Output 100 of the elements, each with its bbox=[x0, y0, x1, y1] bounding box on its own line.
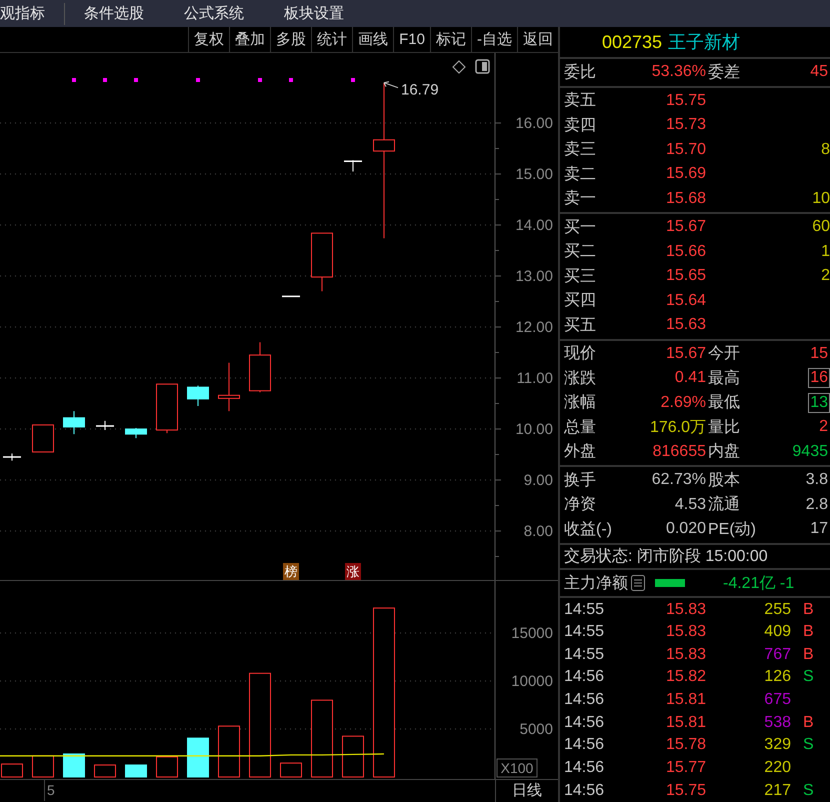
order-level-label: 卖三 bbox=[564, 140, 597, 160]
order-volume: 10 bbox=[812, 190, 830, 208]
quote-label: 委差 bbox=[708, 62, 741, 83]
trade-volume: 767 bbox=[764, 646, 791, 664]
order-price: 15.65 bbox=[664, 266, 707, 286]
quote-label: 最低 bbox=[708, 393, 741, 414]
trade-price: 15.81 bbox=[666, 691, 706, 710]
candlestick bbox=[249, 342, 271, 394]
list-icon[interactable] bbox=[631, 575, 645, 592]
trade-volume: 409 bbox=[764, 623, 791, 642]
pointer-arrow-icon bbox=[384, 82, 398, 89]
candlestick bbox=[311, 233, 333, 292]
trade-volume: 217 bbox=[764, 782, 791, 800]
price-axis-label: 14.00 bbox=[515, 217, 553, 234]
volume-bar bbox=[218, 726, 240, 778]
candlestick bbox=[187, 386, 209, 407]
panel-toggle-icon[interactable] bbox=[475, 60, 490, 74]
quote-value: 15.67 bbox=[664, 344, 707, 364]
menu-item[interactable]: 观指标 bbox=[0, 4, 65, 23]
order-price: 15.68 bbox=[664, 188, 707, 209]
order-price: 15.66 bbox=[664, 242, 707, 262]
quote-label: 外盘 bbox=[564, 442, 597, 462]
candlestick bbox=[3, 453, 21, 462]
order-price: 15.69 bbox=[664, 164, 707, 184]
trade-price: 15.83 bbox=[666, 623, 706, 642]
quote-value: 176.0万 bbox=[648, 418, 707, 438]
trade-price: 15.77 bbox=[666, 759, 706, 777]
volume-bar bbox=[156, 756, 178, 778]
menu-item[interactable]: 板块设置 bbox=[264, 4, 364, 23]
quote-label: 净资 bbox=[564, 495, 597, 516]
trade-volume: 538 bbox=[764, 714, 791, 732]
price-axis-label: 9.00 bbox=[524, 472, 553, 490]
quote-value: 2.8 bbox=[804, 494, 829, 515]
trade-side: S bbox=[802, 782, 815, 800]
quote-label: 股本 bbox=[708, 470, 741, 491]
period-label[interactable]: 日线 bbox=[495, 780, 558, 802]
candlestick bbox=[32, 424, 54, 453]
trade-volume: 220 bbox=[764, 759, 791, 777]
quote-value: 2 bbox=[818, 417, 829, 438]
trade-time: 14:56 bbox=[564, 736, 606, 754]
flow-bar bbox=[655, 579, 685, 588]
diamond-icon[interactable] bbox=[452, 60, 466, 74]
order-level-label: 买五 bbox=[564, 316, 597, 336]
trade-side: B bbox=[802, 646, 815, 664]
candlestick bbox=[96, 420, 114, 431]
candlestick bbox=[218, 362, 240, 412]
trade-volume: 255 bbox=[764, 600, 791, 619]
main-flow-label: 主力净额 bbox=[564, 574, 628, 594]
trade-time: 14:56 bbox=[564, 714, 606, 732]
order-volume: 8 bbox=[821, 140, 830, 159]
quote-value: 9435 bbox=[791, 442, 829, 462]
trade-time: 14:55 bbox=[564, 646, 606, 664]
volume-bar bbox=[32, 756, 54, 778]
order-level-label: 卖一 bbox=[564, 188, 597, 210]
order-level-label: 买三 bbox=[564, 266, 597, 287]
quote-value: 15 bbox=[809, 344, 829, 364]
quote-value: 13 bbox=[808, 392, 830, 413]
trade-price: 15.83 bbox=[666, 646, 706, 664]
trade-time: 14:56 bbox=[564, 691, 606, 710]
order-volume: 60 bbox=[812, 218, 830, 236]
trade-price: 15.83 bbox=[666, 600, 706, 619]
trade-time: 14:55 bbox=[564, 623, 606, 642]
menu-item[interactable]: 条件选股 bbox=[64, 4, 164, 23]
volume-bar bbox=[342, 736, 364, 778]
order-level-label: 卖五 bbox=[564, 90, 597, 112]
volume-bar bbox=[94, 764, 116, 778]
volume-bar bbox=[187, 738, 209, 778]
quote-value: 16 bbox=[808, 368, 830, 388]
quote-value: 0.41 bbox=[674, 368, 707, 388]
trade-time: 14:55 bbox=[564, 600, 606, 619]
price-axis-label: 16.00 bbox=[515, 115, 553, 132]
quote-label: 最高 bbox=[708, 368, 741, 389]
quote-value: 17 bbox=[809, 519, 829, 540]
order-level-label: 买一 bbox=[564, 218, 597, 238]
stock-name: 王子新材 bbox=[668, 31, 740, 54]
order-price: 15.64 bbox=[664, 290, 707, 311]
trade-price: 15.81 bbox=[666, 714, 706, 732]
order-level-label: 买二 bbox=[564, 242, 597, 262]
quote-value: 0.020 bbox=[664, 519, 707, 540]
order-price: 15.67 bbox=[664, 217, 707, 238]
order-price: 15.75 bbox=[664, 90, 707, 111]
trade-side: S bbox=[802, 736, 815, 754]
trading-status: 交易状态: 闭市阶段 15:00:00 bbox=[560, 544, 830, 570]
main-flow-value: -4.21亿 -1 bbox=[723, 574, 794, 594]
volume-bar bbox=[125, 764, 147, 778]
trade-price: 15.78 bbox=[666, 736, 706, 754]
price-axis-label: 12.00 bbox=[515, 319, 553, 336]
trade-side: B bbox=[802, 714, 815, 732]
price-axis-label: 13.00 bbox=[515, 268, 553, 286]
quote-value: 2.69% bbox=[660, 392, 707, 413]
order-volume: 1 bbox=[821, 242, 830, 261]
menu-item[interactable]: 公式系统 bbox=[164, 4, 264, 23]
order-price: 15.73 bbox=[664, 115, 707, 136]
trade-side: S bbox=[802, 668, 815, 686]
quote-value: 62.73% bbox=[650, 470, 707, 490]
trade-volume: 126 bbox=[764, 668, 791, 686]
order-volume: 2 bbox=[821, 267, 830, 286]
trade-side: B bbox=[802, 623, 815, 642]
candlestick bbox=[344, 160, 362, 172]
quote-value: 4.53 bbox=[674, 494, 707, 515]
